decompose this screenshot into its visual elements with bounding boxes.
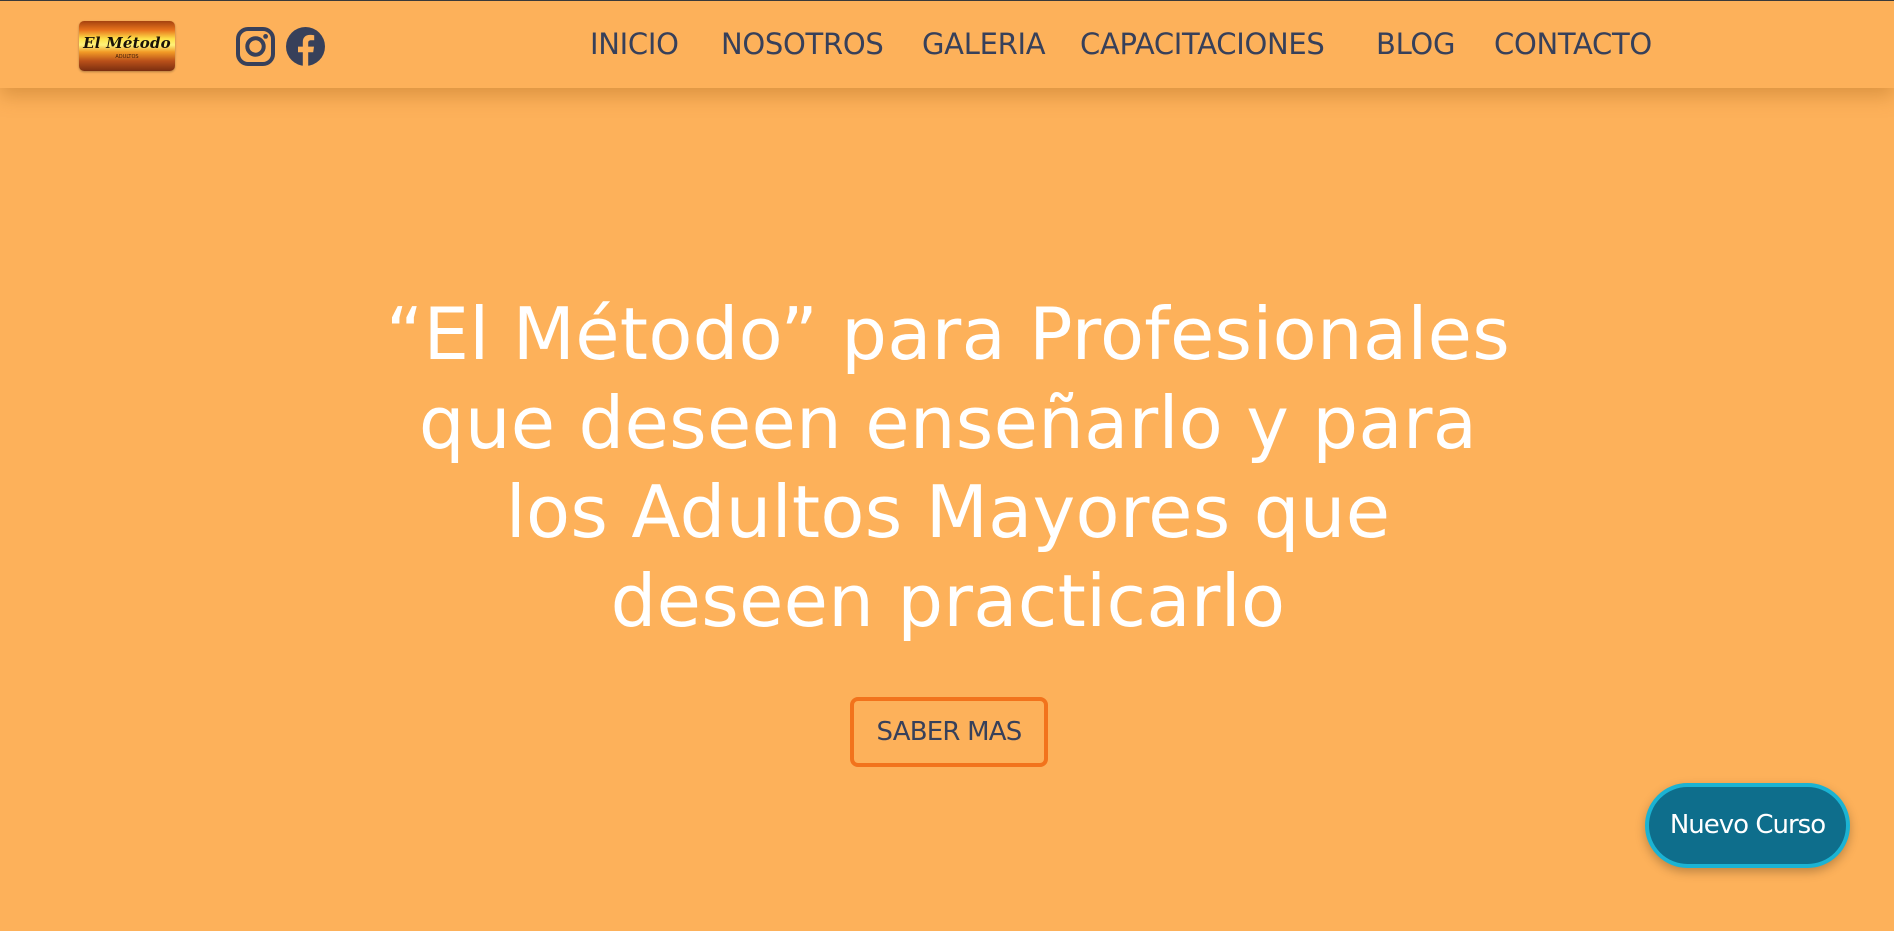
- main-nav: INICIO NOSOTROS GALERIA CAPACITACIONES B…: [0, 1, 1894, 89]
- hero-title-line-3: los Adultos Mayores que: [505, 470, 1391, 554]
- hero-title-line-2: que deseen enseñarlo y para: [418, 381, 1478, 465]
- nav-capacitaciones[interactable]: CAPACITACIONES: [1080, 27, 1325, 61]
- saber-mas-button[interactable]: SABER MAS: [850, 697, 1048, 767]
- site-header: El Método ADULTOS INICIO NOSOTROS GALERI…: [0, 0, 1894, 88]
- nav-inicio[interactable]: INICIO: [590, 27, 679, 61]
- hero-title-line-1: “El Método” para Profesionales: [385, 292, 1511, 376]
- page: El Método ADULTOS INICIO NOSOTROS GALERI…: [0, 0, 1894, 931]
- hero-title-line-4: deseen practicarlo: [610, 559, 1286, 643]
- hero-title: “El Método” para Profesionales que desee…: [330, 290, 1566, 646]
- nav-galeria[interactable]: GALERIA: [922, 27, 1046, 61]
- nav-contacto[interactable]: CONTACTO: [1494, 27, 1652, 61]
- nav-blog[interactable]: BLOG: [1376, 27, 1455, 61]
- nuevo-curso-button[interactable]: Nuevo Curso: [1645, 783, 1850, 868]
- nav-nosotros[interactable]: NOSOTROS: [721, 27, 884, 61]
